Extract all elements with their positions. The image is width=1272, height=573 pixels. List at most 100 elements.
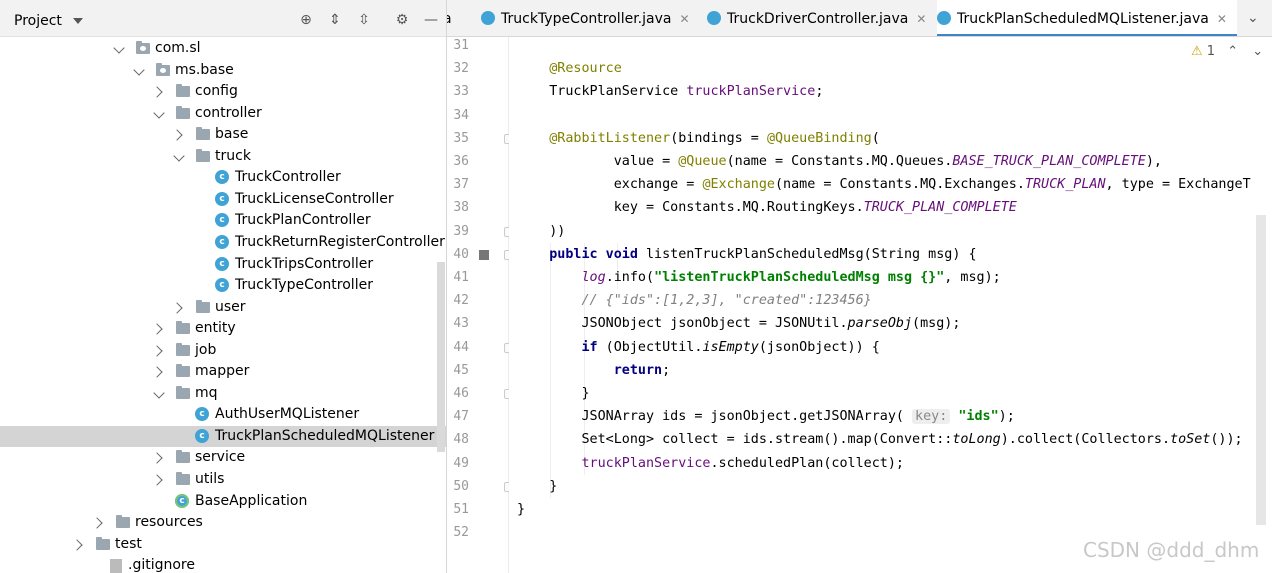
editor-tab[interactable]: a [447, 0, 462, 36]
tree-item[interactable]: truck [0, 146, 446, 167]
tree-item[interactable]: c TruckTypeController [0, 275, 446, 296]
chevron-right-icon[interactable] [154, 340, 166, 361]
tree-item-label: job [195, 341, 217, 358]
code-editor[interactable]: @Resource TruckPlanService truckPlanServ… [509, 37, 1272, 573]
code-line[interactable]: return; [517, 359, 670, 382]
code-line[interactable]: value = @Queue(name = Constants.MQ.Queue… [517, 150, 1162, 173]
line-number: 43 [453, 316, 469, 332]
tab-list-icon[interactable]: ⌄ [1247, 10, 1259, 26]
tree-item[interactable]: utils [0, 469, 446, 490]
code-line[interactable]: JSONObject jsonObject = JSONUtil.parseOb… [517, 312, 960, 335]
tree-item[interactable]: job [0, 340, 446, 361]
gutter-marker-icon[interactable] [479, 249, 489, 260]
tree-item[interactable]: .gitignore [0, 555, 446, 573]
code-line[interactable]: if (ObjectUtil.isEmpty(jsonObject)) { [517, 336, 880, 359]
tree-item[interactable]: c TruckReturnRegisterController [0, 232, 446, 253]
line-number: 44 [453, 339, 469, 355]
chevron-right-icon[interactable] [154, 318, 166, 339]
code-line[interactable]: TruckPlanService truckPlanService; [517, 80, 823, 103]
code-line[interactable]: exchange = @Exchange(name = Constants.MQ… [517, 173, 1251, 196]
tree-item[interactable]: c TruckTripsController [0, 254, 446, 275]
folder-icon [176, 385, 190, 399]
chevron-right-icon[interactable] [174, 124, 186, 145]
chevron-right-icon[interactable] [154, 361, 166, 382]
chevron-down-icon[interactable] [174, 146, 186, 167]
tree-item[interactable]: service [0, 447, 446, 468]
tree-item[interactable]: c TruckPlanScheduledMQListener [0, 425, 446, 447]
expand-all-icon[interactable]: ⇕ [326, 12, 344, 28]
editor-tab[interactable]: TruckTypeController.java ✕ [481, 0, 700, 36]
tree-item-label: truck [215, 147, 251, 164]
code-line[interactable]: key = Constants.MQ.RoutingKeys.TRUCK_PLA… [517, 196, 1017, 219]
code-line[interactable]: truckPlanService.scheduledPlan(collect); [517, 452, 904, 475]
tree-item[interactable]: com.sl [0, 38, 446, 59]
tree-item[interactable]: test [0, 534, 446, 555]
chevron-down-icon[interactable] [134, 60, 146, 81]
class-icon [481, 11, 495, 25]
code-line[interactable]: Set<Long> collect = ids.stream().map(Con… [517, 428, 1242, 451]
line-number: 36 [453, 154, 469, 169]
tree-item[interactable]: resources [0, 512, 446, 533]
chevron-down-icon[interactable]: ⌄ [1252, 44, 1263, 59]
code-line[interactable]: @Resource [517, 57, 622, 80]
project-dropdown-icon[interactable] [73, 18, 83, 24]
code-line[interactable]: // {"ids":[1,2,3], "created":123456} [517, 289, 872, 312]
chevron-down-icon[interactable] [114, 38, 126, 59]
line-number: 32 [453, 61, 469, 77]
close-icon[interactable]: ✕ [679, 12, 689, 26]
project-title[interactable]: Project [14, 13, 62, 29]
tree-item[interactable]: c BaseApplication [0, 491, 446, 512]
minimize-icon[interactable]: — [422, 12, 440, 28]
tree-item-label: BaseApplication [195, 492, 308, 509]
tree-item[interactable]: mapper [0, 361, 446, 382]
collapse-all-icon[interactable]: ⇳ [355, 12, 373, 28]
tree-item[interactable]: config [0, 81, 446, 102]
code-line[interactable]: )) [517, 220, 565, 243]
code-line[interactable]: } [517, 498, 525, 521]
line-number: 46 [453, 386, 469, 401]
chevron-right-icon[interactable] [94, 512, 106, 533]
editor-tab[interactable]: TruckPlanScheduledMQListener.java ✕ [937, 0, 1237, 36]
tree-item[interactable]: entity [0, 318, 446, 339]
class-icon: c [215, 213, 229, 228]
folder-icon [196, 148, 210, 162]
code-line[interactable]: public void listenTruckPlanScheduledMsg(… [517, 243, 976, 266]
close-icon[interactable]: ✕ [916, 12, 926, 26]
chevron-right-icon[interactable] [174, 297, 186, 318]
tree-item[interactable]: c TruckLicenseController [0, 189, 446, 210]
line-number: 40 [453, 246, 469, 262]
folder-icon [176, 450, 190, 464]
gear-icon[interactable]: ⚙ [393, 12, 411, 28]
tree-item-label: mapper [195, 363, 250, 380]
tree-item[interactable]: c TruckController [0, 167, 446, 188]
editor-scrollbar[interactable] [1256, 215, 1266, 525]
chevron-right-icon[interactable] [154, 81, 166, 102]
tree-item-label: TruckPlanScheduledMQListener [215, 427, 435, 444]
tree-item[interactable]: c TruckPlanController [0, 210, 446, 231]
editor-tab[interactable]: TruckDriverController.java ✕ [707, 0, 936, 36]
tree-item[interactable]: c AuthUserMQListener [0, 404, 446, 425]
code-line[interactable]: log.info("listenTruckPlanScheduledMsg ms… [517, 266, 1001, 289]
chevron-down-icon[interactable] [154, 383, 166, 404]
tree-item[interactable]: user [0, 297, 446, 318]
code-line[interactable]: JSONArray ids = jsonObject.getJSONArray(… [517, 405, 1015, 428]
watermark: CSDN @ddd_dhm [1083, 538, 1260, 562]
tree-scrollbar[interactable] [437, 262, 445, 452]
chevron-right-icon[interactable] [154, 447, 166, 468]
code-line[interactable]: @RabbitListener(bindings = @QueueBinding… [517, 127, 880, 150]
chevron-up-icon[interactable]: ⌃ [1227, 44, 1238, 59]
tree-item[interactable]: mq [0, 383, 446, 404]
chevron-right-icon[interactable] [154, 469, 166, 490]
tree-item[interactable]: base [0, 124, 446, 145]
code-line[interactable]: } [517, 382, 589, 405]
tree-item[interactable]: controller [0, 103, 446, 124]
locate-icon[interactable]: ⊕ [297, 12, 315, 28]
chevron-down-icon[interactable] [154, 103, 166, 124]
warning-indicator[interactable]: ⚠ 1 ⌃ ⌄ [1191, 44, 1263, 59]
tree-item-label: mq [195, 384, 218, 401]
code-line[interactable]: } [517, 475, 557, 498]
close-icon[interactable]: ✕ [1217, 12, 1227, 26]
tab-label: TruckTypeController.java [501, 11, 672, 27]
tree-item[interactable]: ms.base [0, 60, 446, 81]
chevron-right-icon[interactable] [74, 534, 86, 555]
